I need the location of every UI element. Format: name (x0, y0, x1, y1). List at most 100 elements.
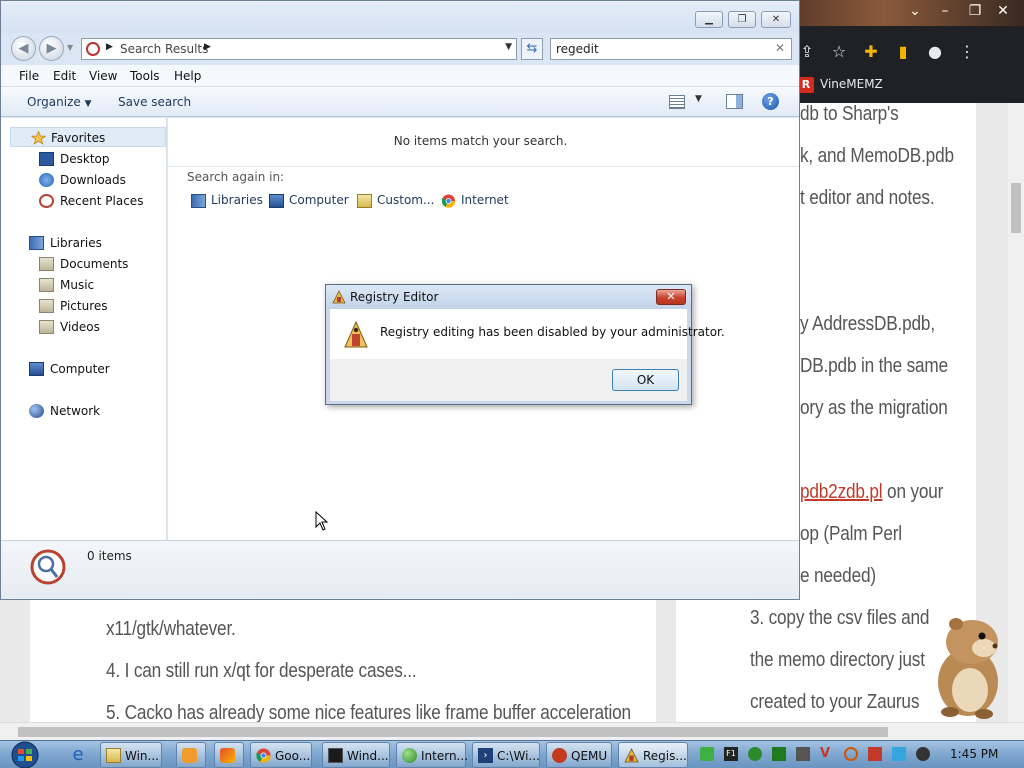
start-button-icon[interactable] (6, 741, 44, 768)
tray-flag-icon[interactable] (868, 747, 882, 761)
minimize-icon[interactable]: – (932, 2, 958, 20)
help-icon[interactable]: ? (762, 93, 779, 110)
dialog-body: Registry editing has been disabled by yo… (330, 309, 725, 359)
article-line: ory as the migration (800, 397, 948, 419)
downloads-icon (39, 173, 54, 187)
tray-globe-icon[interactable] (748, 747, 762, 761)
star-icon[interactable]: ☆ (828, 41, 850, 63)
profile-icon[interactable]: ● (924, 41, 946, 63)
breadcrumb-arrow-icon[interactable]: ▶ (204, 42, 211, 52)
save-search-button[interactable]: Save search (118, 95, 191, 109)
address-dropdown-icon[interactable]: ▼ (505, 42, 512, 52)
restore-icon[interactable]: ❐ (962, 2, 988, 20)
nav-videos[interactable]: Videos (1, 317, 166, 337)
tray-monitor-icon[interactable] (772, 747, 786, 761)
pdb2zdb-link[interactable]: pdb2zdb.pl (800, 481, 883, 503)
nav-pictures[interactable]: Pictures (1, 296, 166, 316)
task-windows-explorer[interactable]: Win... (100, 742, 162, 768)
puzzle-icon[interactable]: ✚ (860, 41, 882, 63)
tray-speaker-icon[interactable] (916, 747, 930, 761)
horizontal-scrollbar[interactable] (0, 722, 1024, 740)
task-paint[interactable] (214, 742, 244, 768)
tray-v-icon[interactable]: V (820, 747, 834, 761)
menu-tools[interactable]: Tools (130, 69, 160, 83)
refresh-icon[interactable]: ⇆ (521, 38, 543, 60)
menu-edit[interactable]: Edit (53, 69, 76, 83)
task-label: Goo... (275, 749, 311, 763)
article-line-with-link: pdb2zdb.pl on your (800, 481, 943, 504)
task-label: Regis... (643, 749, 687, 763)
tray-grid-icon[interactable] (796, 747, 810, 761)
task-label: Win... (125, 749, 159, 763)
ok-button[interactable]: OK (612, 369, 679, 391)
network-icon (29, 404, 44, 418)
task-internet[interactable]: Intern... (396, 742, 468, 768)
nav-music[interactable]: Music (1, 275, 166, 295)
no-results-message: No items match your search. (393, 134, 568, 148)
nav-downloads[interactable]: Downloads (1, 170, 166, 190)
menu-view[interactable]: View (89, 69, 117, 83)
menu-help[interactable]: Help (174, 69, 201, 83)
task-command-prompt[interactable]: › C:\Wi... (472, 742, 540, 768)
address-bar[interactable]: ▶ Search Results ▶ ▼ (81, 38, 517, 60)
search-results-icon (30, 549, 66, 585)
nav-recent-places[interactable]: Recent Places (1, 191, 166, 211)
task-label: C:\Wi... (497, 749, 540, 763)
breadcrumb-search-results[interactable]: Search Results (120, 42, 208, 56)
nav-desktop[interactable]: Desktop (1, 149, 166, 169)
back-arrow-icon[interactable]: ◀ (11, 36, 36, 61)
tray-display-icon[interactable] (892, 747, 906, 761)
navigation-pane: Favorites Desktop Downloads Recent Place… (1, 118, 167, 540)
scroll-thumb[interactable] (18, 727, 888, 737)
forward-arrow-icon[interactable]: ▶ (39, 36, 64, 61)
close-icon[interactable]: ✕ (761, 11, 791, 28)
search-input[interactable]: regedit ✕ (550, 38, 792, 60)
close-icon[interactable]: ✕ (656, 289, 686, 305)
location-label: Internet (461, 193, 509, 207)
task-qemu[interactable]: QEMU (546, 742, 612, 768)
dialog-title-bar[interactable]: Registry Editor ✕ (326, 285, 691, 309)
dialog-message: Registry editing has been disabled by yo… (380, 325, 725, 339)
nav-favorites[interactable]: Favorites (10, 127, 166, 147)
nav-downloads-label: Downloads (60, 173, 126, 187)
location-label: Computer (289, 193, 349, 207)
menu-bar: File Edit View Tools Help (1, 65, 799, 87)
taskbar-clock[interactable]: 1:45 PM (950, 747, 998, 761)
tray-search-icon[interactable] (844, 747, 858, 761)
pictures-icon (39, 299, 54, 313)
nav-computer[interactable]: Computer (1, 359, 166, 379)
clear-search-icon[interactable]: ✕ (775, 41, 785, 55)
task-registry-editor[interactable]: Regis... (618, 742, 688, 768)
music-icon (39, 278, 54, 292)
view-options-dropdown-icon[interactable]: ▼ (695, 94, 702, 104)
task-google-chrome[interactable]: Goo... (250, 742, 312, 768)
browser-toolbar: ⌄ – ❐ ✕ ⇪ ☆ ✚ ▮ ● ⋮ R VineMEMZ (790, 0, 1024, 103)
close-icon[interactable]: ✕ (990, 2, 1016, 20)
bookmark-logo-icon[interactable]: R (798, 77, 814, 93)
menu-file[interactable]: File (19, 69, 39, 83)
preview-pane-icon[interactable] (726, 94, 743, 109)
kebab-menu-icon[interactable]: ⋮ (956, 41, 978, 63)
tray-f1-icon[interactable]: F1 (724, 747, 738, 761)
explorer-title-bar[interactable]: ▁ ❐ ✕ (1, 1, 799, 33)
change-view-icon[interactable] (669, 95, 685, 109)
task-media-player[interactable] (176, 742, 206, 768)
documents-icon (39, 257, 54, 271)
nav-documents[interactable]: Documents (1, 254, 166, 274)
tray-battery-icon[interactable] (700, 747, 714, 761)
breadcrumb-arrow-icon[interactable]: ▶ (106, 42, 113, 52)
nav-libraries[interactable]: Libraries (1, 233, 166, 253)
article-line: on your (887, 481, 944, 503)
organize-button[interactable]: Organize ▼ (27, 95, 92, 109)
maximize-icon[interactable]: ❐ (728, 11, 756, 28)
internet-explorer-icon[interactable]: e (68, 745, 88, 765)
location-label: Custom... (377, 193, 435, 207)
recent-pages-chevron-icon[interactable]: ▼ (67, 43, 73, 52)
sidebar-icon[interactable]: ▮ (892, 41, 914, 63)
scroll-thumb[interactable] (1011, 183, 1021, 233)
nav-network[interactable]: Network (1, 401, 166, 421)
chevron-down-icon[interactable]: ⌄ (902, 2, 928, 20)
task-windows-terminal[interactable]: Wind... (322, 742, 390, 768)
bookmark-vinememz[interactable]: VineMEMZ (820, 77, 883, 91)
minimize-icon[interactable]: ▁ (695, 11, 723, 28)
